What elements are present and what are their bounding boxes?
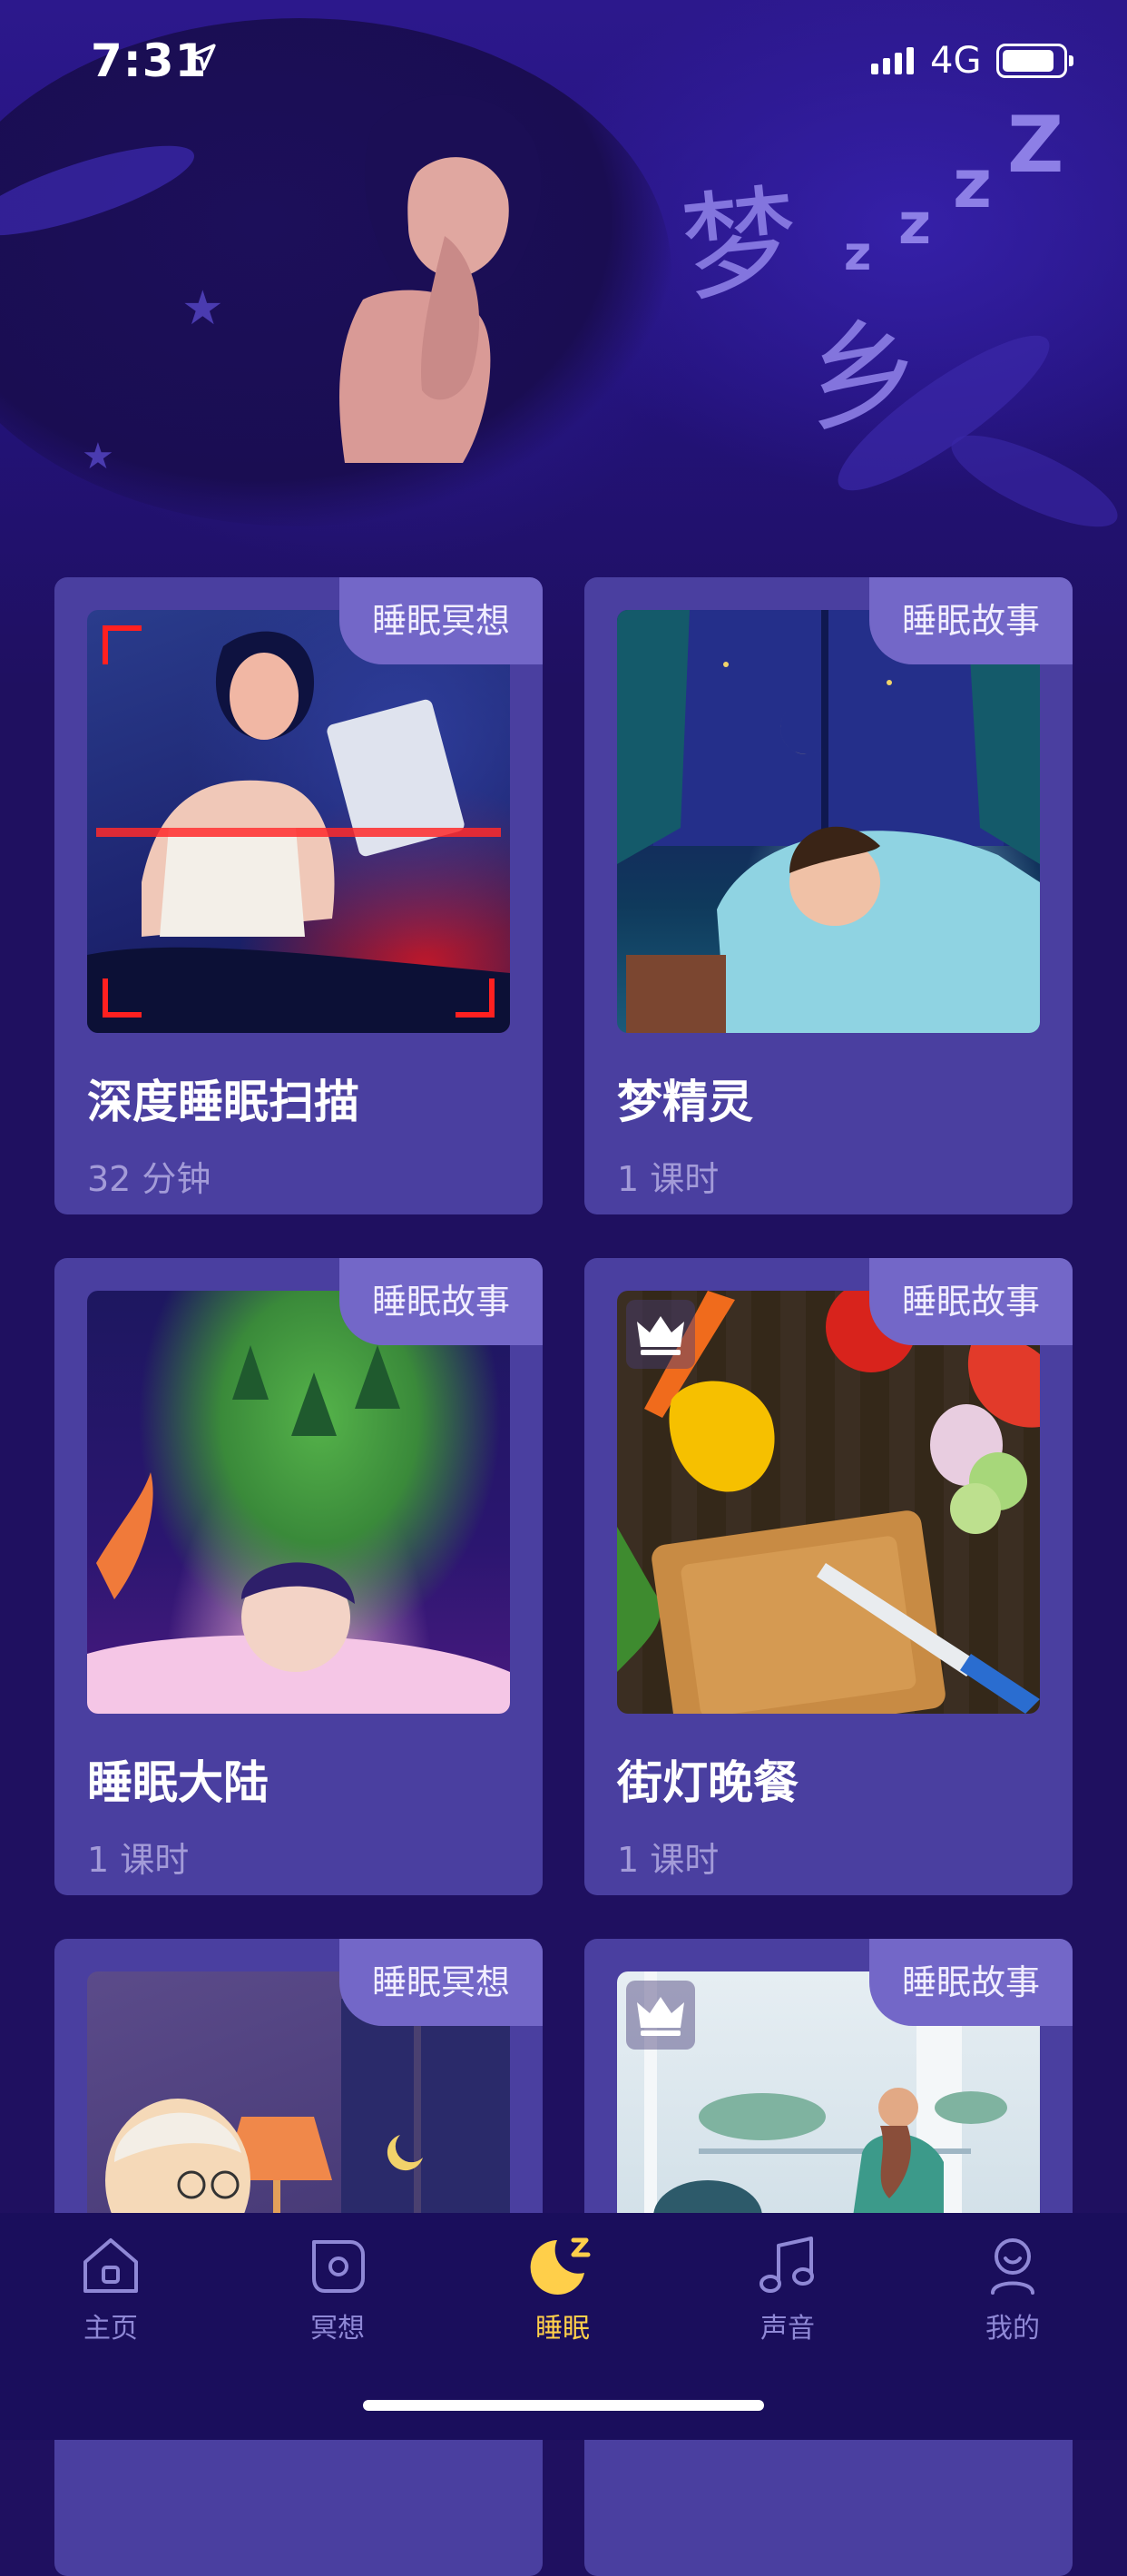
tab-label: 声音 <box>760 2313 815 2345</box>
content-card[interactable]: 睡眠故事 街灯晚餐 1 课时 <box>584 1258 1073 1895</box>
tab-sounds[interactable]: 声音 <box>697 2233 878 2369</box>
card-title: 梦精灵 <box>617 1076 753 1128</box>
card-thumbnail <box>617 610 1040 1033</box>
home-icon <box>83 2238 138 2293</box>
card-title: 睡眠大陆 <box>87 1756 269 1809</box>
content-card[interactable]: 睡眠冥想 深度睡眠扫描 32 分钟 <box>54 577 543 1214</box>
content-card[interactable]: 睡眠故事 梦精灵 1 课时 <box>584 577 1073 1214</box>
hero-title: 梦 乡 <box>675 172 929 450</box>
music-note-icon <box>760 2237 814 2293</box>
tab-profile[interactable]: 我的 <box>922 2233 1103 2369</box>
category-tag: 睡眠故事 <box>338 1258 543 1345</box>
card-title: 街灯晚餐 <box>617 1756 799 1809</box>
category-tag: 睡眠故事 <box>868 577 1073 664</box>
card-duration: 1 课时 <box>617 1840 720 1880</box>
home-indicator[interactable] <box>363 2400 764 2411</box>
hero-leaf <box>940 418 1127 545</box>
tab-meditation[interactable]: 冥想 <box>247 2233 428 2369</box>
card-title: 深度睡眠扫描 <box>87 1076 359 1128</box>
content-card[interactable]: 睡眠故事 睡眠大陆 1 课时 <box>54 1258 543 1895</box>
star-icon: ★ <box>82 436 114 477</box>
signal-strength-icon <box>871 47 914 74</box>
category-tag: 睡眠冥想 <box>338 1939 543 2026</box>
category-tag: 睡眠故事 <box>868 1258 1073 1345</box>
tab-sleep[interactable]: 睡眠 <box>472 2233 653 2369</box>
meditation-icon <box>312 2240 365 2293</box>
tab-home[interactable]: 主页 <box>20 2233 201 2369</box>
premium-crown-icon <box>626 1981 695 2050</box>
card-duration: 32 分钟 <box>87 1159 211 1199</box>
category-tag: 睡眠冥想 <box>338 577 543 664</box>
tab-label: 我的 <box>985 2313 1040 2345</box>
network-type: 4G <box>930 40 982 82</box>
card-duration: 1 课时 <box>617 1159 720 1199</box>
tab-label: 冥想 <box>310 2313 365 2345</box>
card-thumbnail <box>617 1291 1040 1714</box>
star-icon: ★ <box>181 281 224 336</box>
battery-icon <box>996 44 1073 78</box>
tab-label: 睡眠 <box>535 2313 590 2345</box>
premium-crown-icon <box>626 1300 695 1369</box>
category-tag: 睡眠故事 <box>868 1939 1073 2026</box>
location-arrow-icon <box>189 44 216 71</box>
card-thumbnail <box>87 610 510 1033</box>
moon-icon <box>530 2237 591 2295</box>
card-duration: 1 课时 <box>87 1840 190 1880</box>
status-bar: 7:31 4G <box>0 0 1127 118</box>
tab-label: 主页 <box>83 2313 138 2345</box>
card-thumbnail <box>87 1291 510 1714</box>
profile-icon <box>991 2238 1034 2295</box>
hero-woman-illustration <box>339 94 542 463</box>
